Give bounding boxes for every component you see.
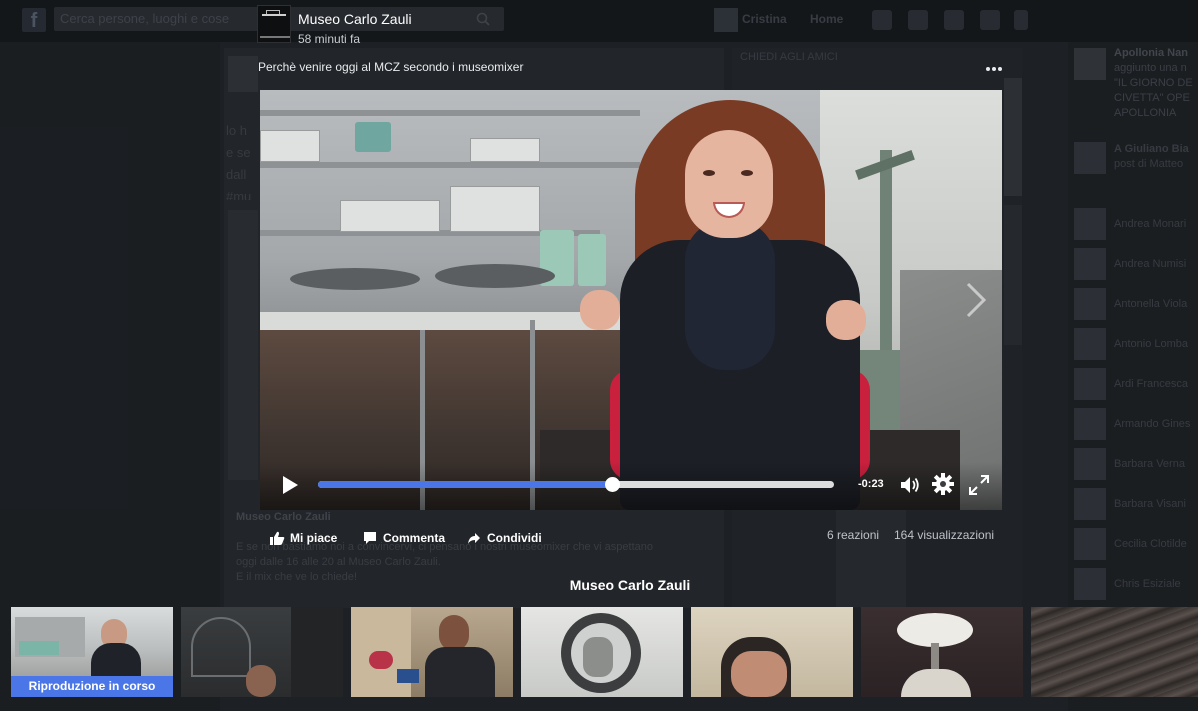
scene-box	[340, 200, 440, 232]
comment-icon	[364, 532, 376, 544]
video-description: Perchè venire oggi al MCZ secondo i muse…	[258, 60, 524, 74]
subject-hand	[826, 300, 866, 340]
scene-shelf	[260, 162, 640, 168]
comment-label: Commenta	[383, 531, 446, 545]
playlist-thumbnail[interactable]	[181, 607, 343, 697]
scene-box	[470, 138, 540, 162]
playlist-title: Museo Carlo Zauli	[569, 577, 691, 593]
progress-handle[interactable]	[605, 477, 620, 492]
gear-icon[interactable]	[932, 473, 954, 495]
like-icon	[270, 531, 285, 545]
subject-scarf	[685, 220, 775, 370]
logo-line	[262, 14, 286, 16]
logo-caption	[260, 36, 290, 38]
subject-face	[685, 130, 773, 238]
now-playing-badge: Riproduzione in corso	[11, 676, 173, 697]
share-label: Condividi	[487, 531, 542, 545]
scene-shelf	[260, 110, 640, 116]
share-button[interactable]: Condividi	[467, 530, 557, 546]
post-timestamp[interactable]: 58 minuti fa	[298, 32, 360, 46]
comment-button[interactable]: Commenta	[363, 530, 458, 546]
reactions-count[interactable]: 6 reazioni	[827, 528, 879, 542]
volume-icon[interactable]	[899, 474, 921, 496]
scene-box	[260, 130, 320, 162]
share-icon	[468, 533, 480, 544]
like-button[interactable]: Mi piace	[270, 530, 350, 546]
progress-fill	[318, 481, 612, 488]
scene-jar	[355, 122, 391, 152]
playlist-thumbnail[interactable]	[1031, 607, 1198, 697]
views-count: 164 visualizzazioni	[894, 528, 995, 542]
fullscreen-icon[interactable]	[968, 474, 990, 496]
time-remaining: -0:23	[858, 478, 884, 490]
like-label: Mi piace	[290, 531, 338, 545]
progress-bar[interactable]	[318, 477, 834, 492]
scene-box	[450, 186, 540, 232]
play-icon[interactable]	[280, 474, 300, 496]
page-name[interactable]: Museo Carlo Zauli	[298, 11, 412, 27]
playlist-thumbnail[interactable]	[521, 607, 683, 697]
playlist-thumbnail[interactable]	[861, 607, 1023, 697]
scene-plate	[435, 264, 555, 288]
scene-table	[260, 312, 620, 330]
page-logo[interactable]	[257, 5, 291, 43]
playlist-thumbnail[interactable]	[691, 607, 853, 697]
video-subject	[580, 100, 880, 510]
next-arrow-icon[interactable]	[964, 280, 988, 320]
scene-plate	[290, 268, 420, 290]
playlist-thumbnail[interactable]	[351, 607, 513, 697]
subject-hand	[580, 290, 620, 330]
more-icon[interactable]	[984, 62, 1004, 76]
video-player[interactable]	[260, 90, 1002, 510]
